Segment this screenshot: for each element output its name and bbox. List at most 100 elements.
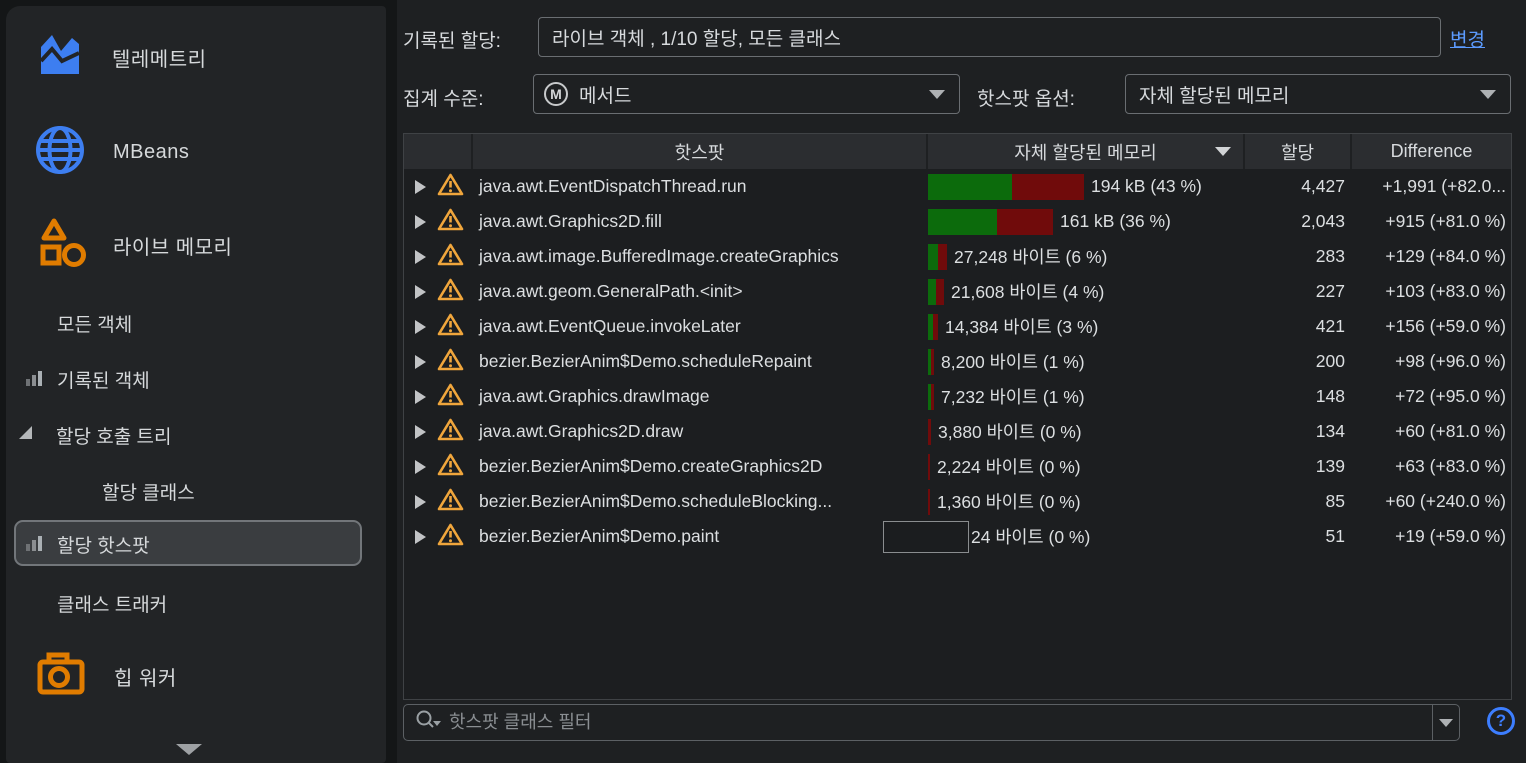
memory-bar: [928, 278, 944, 305]
warning-icon: [437, 242, 464, 272]
sidebar-item-class-tracker[interactable]: 클래스 트래커: [57, 588, 167, 618]
hotspot-name: java.awt.EventDispatchThread.run: [479, 176, 747, 196]
aggregation-level-select[interactable]: M 메서드: [533, 74, 960, 114]
expand-row-icon[interactable]: [415, 179, 426, 194]
memory-bar: [928, 453, 930, 480]
live-memory-icon: [37, 216, 87, 275]
memory-value: 8,200 바이트 (1 %): [941, 352, 1085, 372]
recorded-allocations-value: 라이브 객체 , 1/10 할당, 모든 클래스: [552, 28, 841, 50]
table-row[interactable]: bezier.BezierAnim$Demo.scheduleBlocking.…: [404, 484, 1511, 519]
sidebar-scroll-down-icon[interactable]: [176, 744, 202, 755]
help-icon[interactable]: ?: [1487, 707, 1515, 735]
bar-red: [928, 453, 930, 480]
sidebar-item-recorded-objects[interactable]: 기록된 객체: [26, 364, 150, 394]
sidebar-item-telemetry[interactable]: 텔레메트리: [36, 28, 207, 87]
table-row[interactable]: bezier.BezierAnim$Demo.paint 24 바이트 (0 %)…: [404, 519, 1511, 554]
hotspot-name: bezier.BezierAnim$Demo.paint: [479, 526, 720, 546]
chevron-down-icon: [1439, 718, 1453, 727]
bar-green: [928, 208, 997, 235]
sidebar-item-allocation-classes[interactable]: 할당 클래스: [102, 476, 195, 506]
table-row[interactable]: java.awt.image.BufferedImage.createGraph…: [404, 239, 1511, 274]
allocations-value: 421: [1315, 316, 1345, 336]
expand-row-icon[interactable]: [415, 529, 426, 544]
table-row[interactable]: java.awt.EventQueue.invokeLater 14,384 바이…: [404, 309, 1511, 344]
table-row[interactable]: java.awt.Graphics2D.fill 161 kB (36 %) 2,0…: [404, 204, 1511, 239]
sidebar-item-label: 할당 호출 트리: [56, 426, 172, 448]
expand-row-icon[interactable]: [415, 354, 426, 369]
sort-descending-icon: [1215, 147, 1231, 156]
method-icon: M: [544, 82, 568, 106]
hotspot-options-select[interactable]: 자체 할당된 메모리: [1125, 74, 1511, 114]
warning-icon: [437, 382, 464, 412]
expand-row-icon[interactable]: [415, 459, 426, 474]
allocations-value: 200: [1315, 351, 1345, 371]
sidebar-item-live-memory[interactable]: 라이브 메모리: [37, 216, 232, 275]
sidebar-item-all-objects[interactable]: 모든 객체: [57, 309, 132, 337]
allocations-value: 2,043: [1301, 211, 1345, 231]
table-row[interactable]: bezier.BezierAnim$Demo.createGraphics2D 2…: [404, 449, 1511, 484]
table-row[interactable]: java.awt.Graphics.drawImage 7,232 바이트 (1 …: [404, 379, 1511, 414]
bar-red: [938, 243, 947, 270]
memory-bar: [928, 313, 938, 340]
change-link[interactable]: 변경: [1450, 25, 1485, 52]
difference-value: +60 (+240.0 %): [1385, 491, 1506, 511]
hotspot-name: java.awt.Graphics.drawImage: [479, 386, 710, 406]
aggregation-level-value: 메서드: [579, 85, 632, 107]
table-row[interactable]: java.awt.EventDispatchThread.run 194 kB (…: [404, 169, 1511, 204]
column-header-allocations[interactable]: 할당: [1245, 134, 1352, 169]
bar-red: [997, 208, 1053, 235]
difference-value: +915 (+81.0 %): [1385, 211, 1506, 231]
column-header-hotspot[interactable]: 핫스팟: [473, 134, 928, 169]
memory-value: 27,248 바이트 (6 %): [954, 247, 1108, 267]
difference-value: +129 (+84.0 %): [1385, 246, 1506, 266]
warning-icon: [437, 277, 464, 307]
bar-chart-icon: [26, 532, 45, 556]
warning-icon: [437, 417, 464, 447]
memory-bar: [928, 208, 1053, 235]
sidebar-item-allocation-call-tree[interactable]: 할당 호출 트리: [18, 420, 171, 450]
expand-row-icon[interactable]: [415, 284, 426, 299]
telemetry-chart-icon: [36, 28, 84, 87]
memory-value: 1,360 바이트 (0 %): [937, 492, 1081, 512]
hotspot-options-value: 자체 할당된 메모리: [1139, 85, 1290, 107]
filter-dropdown-button[interactable]: [1432, 705, 1459, 740]
table-row[interactable]: java.awt.Graphics2D.draw 3,880 바이트 (0 %) 1…: [404, 414, 1511, 449]
bar-red: [928, 418, 931, 445]
chevron-down-icon: [929, 89, 945, 99]
sidebar-item-allocation-hotspots[interactable]: 할당 핫스팟: [26, 529, 150, 559]
table-body: java.awt.EventDispatchThread.run 194 kB (…: [404, 169, 1511, 554]
hotspot-name: bezier.BezierAnim$Demo.createGraphics2D: [479, 456, 823, 476]
expand-row-icon[interactable]: [415, 249, 426, 264]
column-header-expander[interactable]: [404, 134, 473, 169]
recorded-allocations-field[interactable]: 라이브 객체 , 1/10 할당, 모든 클래스: [538, 17, 1441, 57]
sidebar-item-label: 힙 워커: [114, 668, 177, 690]
bar-red: [936, 278, 944, 305]
warning-icon: [437, 347, 464, 377]
warning-icon: [437, 172, 464, 202]
bar-red: [931, 348, 934, 375]
memory-bar: [928, 488, 930, 515]
sidebar-item-mbeans[interactable]: MBeans: [33, 123, 189, 182]
hotspot-name: java.awt.geom.GeneralPath.<init>: [479, 281, 743, 301]
sidebar-item-heap-walker[interactable]: 힙 워커: [35, 647, 177, 706]
table-row[interactable]: bezier.BezierAnim$Demo.scheduleRepaint 8,…: [404, 344, 1511, 379]
expand-row-icon[interactable]: [415, 494, 426, 509]
table-row[interactable]: java.awt.geom.GeneralPath.<init> 21,608 바…: [404, 274, 1511, 309]
allocations-value: 283: [1315, 246, 1345, 266]
column-header-difference[interactable]: Difference: [1352, 134, 1511, 169]
expand-row-icon[interactable]: [415, 424, 426, 439]
expand-row-icon[interactable]: [415, 389, 426, 404]
recorded-allocations-label: 기록된 할당:: [403, 31, 501, 52]
column-header-memory[interactable]: 자체 할당된 메모리: [928, 134, 1245, 169]
expand-row-icon[interactable]: [415, 319, 426, 334]
hotspot-name: java.awt.EventQueue.invokeLater: [479, 316, 741, 336]
main-panel: 기록된 할당: 라이브 객체 , 1/10 할당, 모든 클래스 변경 집계 수…: [397, 0, 1526, 763]
sidebar-item-label: 할당 핫스팟: [57, 535, 150, 557]
expand-row-icon[interactable]: [415, 214, 426, 229]
difference-value: +103 (+83.0 %): [1385, 281, 1506, 301]
hotspot-class-filter-input[interactable]: [449, 705, 1432, 740]
hotspot-name: bezier.BezierAnim$Demo.scheduleRepaint: [479, 351, 812, 371]
allocations-value: 227: [1315, 281, 1345, 301]
empty-tooltip-box: [883, 521, 969, 553]
bar-red: [933, 313, 938, 340]
